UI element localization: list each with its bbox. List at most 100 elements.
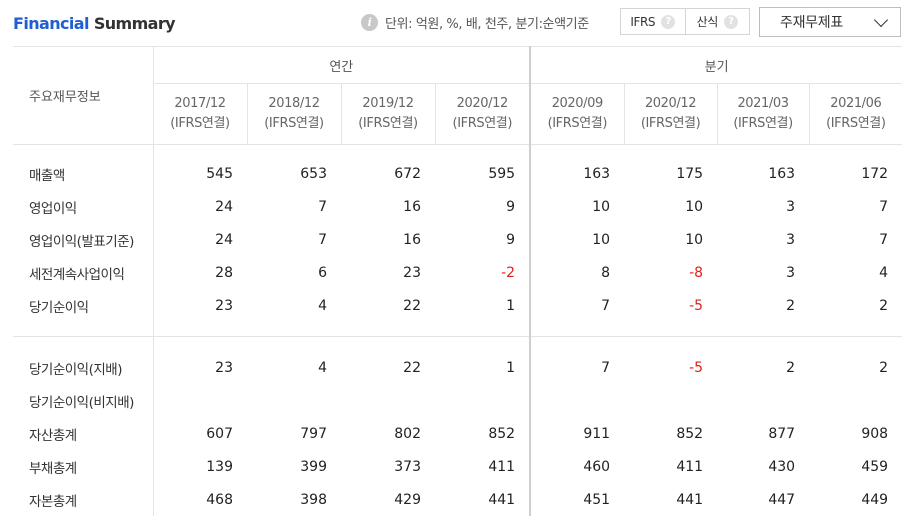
value-cell: 3 [786,264,796,281]
help-icon[interactable]: ? [723,14,738,29]
value-cell [247,384,341,417]
value-cell [435,384,530,417]
value-cell: 399 [300,458,327,475]
row-label: 매출액 [13,157,154,190]
value-cell: 4 [318,359,327,376]
value-cell: 911 [529,417,625,450]
unit-text: 단위: 억원, %, 배, 천주, 분기:순액기준 [385,16,589,32]
value-cell: 2 [786,359,796,376]
value-cell: 430 [768,458,796,475]
value-cell: 4 [318,297,327,314]
row-label: 부채총계 [13,450,154,483]
table-row: 당기순이익 23 4 22 1 7 -5 2 2 [13,289,902,322]
value-cell: 7 [318,231,327,248]
value-cell: 163 [768,165,796,182]
value-cell: 797 [300,425,327,442]
value-cell: 447 [768,491,796,508]
table-row: 자산총계 607 797 802 852 911 852 877 908 [13,417,902,450]
value-cell: 6 [318,264,327,281]
value-cell: 449 [861,491,889,508]
quarter-header: 분기 [530,46,903,84]
value-cell: 373 [394,458,421,475]
value-cell: 24 [215,198,233,215]
table-row: 영업이익(발표기준) 24 7 16 9 10 10 3 7 [13,223,902,256]
value-cell: 28 [215,264,233,281]
value-cell: 23 [215,297,233,314]
value-cell: 139 [206,458,233,475]
value-cell [809,384,902,417]
value-cell: 607 [206,425,233,442]
value-cell [624,384,717,417]
summary-toolbar: Financial Summary i 단위: 억원, %, 배, 천주, 분기… [0,0,909,46]
value-cell: 3 [786,198,796,215]
value-cell: 468 [206,491,233,508]
value-cell: 24 [215,231,233,248]
period-header: 2019/12 (IFRS연결) [340,83,435,145]
value-cell: -2 [501,264,516,281]
value-cell: -8 [689,264,704,281]
period-header: 2020/12 (IFRS연결) [434,83,531,145]
value-cell: 459 [861,458,889,475]
value-cell: 802 [394,425,421,442]
value-cell: 16 [403,231,421,248]
table-row: 부채총계 139 399 373 411 460 411 430 459 [13,450,902,483]
period-header: 2021/03 (IFRS연결) [716,83,810,145]
value-cell: -5 [689,359,704,376]
row-label: 당기순이익(비지배) [13,384,154,417]
period-header: 2020/12 (IFRS연결) [623,83,718,145]
value-cell: 441 [676,491,704,508]
table-row: 당기순이익(비지배) [13,384,902,417]
value-cell: 595 [488,165,516,182]
row-label: 당기순이익(지배) [13,351,154,384]
value-cell: 460 [529,450,625,483]
value-cell: 7 [879,231,889,248]
value-cell: -5 [689,297,704,314]
value-cell: 2 [879,297,889,314]
value-cell: 7 [529,351,625,384]
period-header: 2018/12 (IFRS연결) [246,83,341,145]
value-cell: 10 [685,198,704,215]
value-cell: 411 [676,458,704,475]
page-title: Financial Summary [13,14,176,33]
value-cell [153,384,247,417]
value-cell: 672 [394,165,421,182]
row-label: 자산총계 [13,417,154,450]
value-cell: 23 [215,359,233,376]
period-header: 2017/12 (IFRS연결) [152,83,247,145]
value-cell: 2 [879,359,889,376]
ifrs-button[interactable]: IFRS? [621,9,685,34]
table-row: 자본총계 468 398 429 441 451 441 447 449 [13,483,902,516]
value-cell: 7 [318,198,327,215]
value-cell: 653 [300,165,327,182]
table-row: 당기순이익(지배) 23 4 22 1 7 -5 2 2 [13,351,902,384]
value-cell: 398 [300,491,327,508]
unit-note: i 단위: 억원, %, 배, 천주, 분기:순액기준 [361,12,589,32]
info-icon[interactable]: i [361,13,378,31]
row-label: 세전계속사업이익 [13,256,154,289]
statement-type-select[interactable]: 주재무제표 [759,7,901,37]
value-cell: 10 [529,223,625,256]
value-cell: 411 [488,458,516,475]
table-row: 세전계속사업이익 28 6 23 -2 8 -8 3 4 [13,256,902,289]
ifrs-formula-toggle: IFRS? 산식? [620,8,750,35]
value-cell: 2 [786,297,796,314]
row-label: 자본총계 [13,483,154,516]
value-cell: 16 [403,198,421,215]
value-cell: 4 [879,264,889,281]
value-cell: 852 [676,425,704,442]
help-icon[interactable]: ? [661,14,676,29]
formula-button[interactable]: 산식? [684,9,750,34]
value-cell: 1 [506,359,516,376]
value-cell: 22 [403,359,421,376]
value-cell: 451 [529,483,625,516]
row-label: 영업이익 [13,190,154,223]
period-header: 2021/06 (IFRS연결) [808,83,903,145]
value-cell: 172 [861,165,889,182]
value-cell [717,384,809,417]
value-cell: 441 [488,491,516,508]
value-cell: 7 [879,198,889,215]
item-header: 주요재무정보 [13,46,154,145]
value-cell: 175 [676,165,704,182]
value-cell [529,384,625,417]
value-cell: 10 [529,190,625,223]
